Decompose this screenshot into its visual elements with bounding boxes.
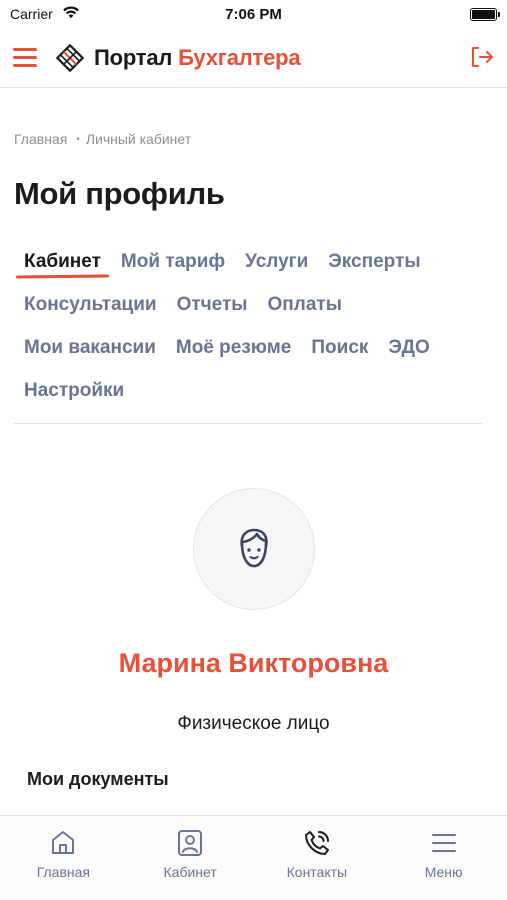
- nav-home-label: Главная: [36, 864, 91, 880]
- nav-menu-label: Меню: [424, 864, 463, 880]
- nav-cabinet[interactable]: Кабинет: [127, 816, 254, 900]
- status-bar: Carrier 7:06 PM: [0, 0, 507, 30]
- tab-настройки[interactable]: Настройки: [24, 376, 124, 402]
- tab-row: Мои вакансии Моё резюме Поиск ЭДО: [24, 333, 494, 376]
- tab-моё-резюме[interactable]: Моё резюме: [176, 333, 292, 359]
- tab-мой-тариф[interactable]: Мой тариф: [121, 247, 225, 273]
- logo-text-accent: Бухгалтера: [178, 45, 301, 70]
- page-title: Мой профиль: [14, 176, 225, 211]
- tab-услуги[interactable]: Услуги: [245, 247, 308, 273]
- app-header: Портал Бухгалтера: [0, 30, 507, 88]
- phone-call-icon: [304, 831, 329, 855]
- tab-row: Настройки: [24, 376, 494, 419]
- hamburger-menu-button[interactable]: [13, 45, 37, 69]
- tab-оплаты[interactable]: Оплаты: [268, 290, 342, 316]
- tab-консультации[interactable]: Консультации: [24, 290, 157, 316]
- logout-icon[interactable]: [469, 44, 495, 70]
- nav-home[interactable]: Главная: [0, 816, 127, 900]
- tab-мои-вакансии[interactable]: Мои вакансии: [24, 333, 156, 359]
- breadcrumb: Главная • Личный кабинет: [14, 131, 191, 147]
- tab-кабинет[interactable]: Кабинет: [24, 247, 101, 273]
- avatar[interactable]: [193, 488, 315, 610]
- profile-card-icon: [178, 830, 203, 856]
- user-face-icon: [240, 528, 268, 568]
- site-logo[interactable]: Портал Бухгалтера: [56, 44, 301, 72]
- logo-text: Портал Бухгалтера: [94, 45, 301, 71]
- nav-menu[interactable]: Меню: [380, 816, 507, 900]
- tab-row: Консультации Отчеты Оплаты: [24, 290, 494, 333]
- tab-эксперты[interactable]: Эксперты: [328, 247, 420, 273]
- menu-icon: [431, 834, 456, 852]
- nav-cabinet-label: Кабинет: [163, 864, 217, 880]
- breadcrumb-current: Личный кабинет: [85, 131, 192, 147]
- tab-эдо[interactable]: ЭДО: [388, 333, 429, 359]
- battery-icon: [470, 8, 500, 21]
- nav-contacts-label: Контакты: [286, 864, 348, 880]
- profile-tabs: Кабинет Мой тариф Услуги Эксперты Консультац…: [24, 247, 494, 419]
- breadcrumb-home-link[interactable]: Главная: [14, 131, 67, 147]
- logo-text-primary: Портал: [94, 45, 173, 70]
- logo-mark-icon: [56, 44, 84, 72]
- tab-row: Кабинет Мой тариф Услуги Эксперты: [24, 247, 494, 290]
- nav-contacts[interactable]: Контакты: [254, 816, 381, 900]
- bottom-navigation: Главная Кабинет Контакты Меню: [0, 815, 507, 900]
- tab-поиск[interactable]: Поиск: [311, 333, 368, 359]
- tabs-divider: [14, 423, 482, 424]
- battery-level: [472, 10, 495, 19]
- tab-отчеты[interactable]: Отчеты: [177, 290, 248, 316]
- documents-section-title: Мои документы: [27, 769, 169, 789]
- status-time: 7:06 PM: [225, 6, 282, 23]
- breadcrumb-separator: •: [76, 133, 80, 145]
- user-name: Марина Викторовна: [118, 648, 389, 678]
- user-type: Физическое лицо: [177, 713, 330, 734]
- home-icon: [52, 831, 75, 854]
